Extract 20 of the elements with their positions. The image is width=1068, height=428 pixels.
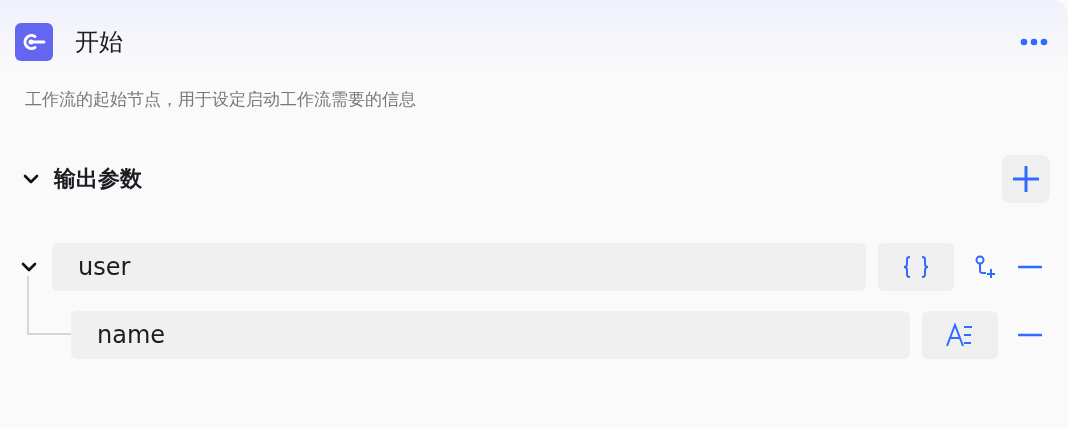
- more-icon: [1020, 38, 1048, 46]
- param-name-field[interactable]: name: [71, 311, 910, 359]
- remove-button[interactable]: [1018, 265, 1042, 269]
- type-button[interactable]: [878, 243, 954, 291]
- add-child-icon: [974, 255, 998, 279]
- text-type-icon: [946, 323, 974, 347]
- node-description: 工作流的起始节点，用于设定启动工作流需要的信息: [24, 88, 417, 111]
- node-title: 开始: [75, 27, 124, 58]
- braces-icon: [902, 255, 930, 279]
- remove-button[interactable]: [1018, 333, 1042, 337]
- section-title: 输出参数: [54, 165, 143, 193]
- plus-icon: [1013, 166, 1039, 192]
- type-button[interactable]: [922, 311, 998, 359]
- more-button[interactable]: [1020, 38, 1048, 46]
- add-child-button[interactable]: [974, 255, 998, 279]
- param-name-field[interactable]: user: [52, 243, 866, 291]
- minus-icon: [1018, 265, 1042, 269]
- add-button[interactable]: [1002, 155, 1050, 203]
- start-node-icon: [15, 23, 53, 61]
- minus-icon: [1018, 333, 1042, 337]
